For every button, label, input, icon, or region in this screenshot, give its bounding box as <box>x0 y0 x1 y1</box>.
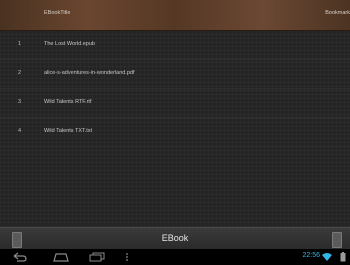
status-clock: 22:56 <box>302 252 320 259</box>
list-item[interactable]: 4 Wild Talents TXT.txt <box>0 118 350 147</box>
list-item[interactable]: 2 alice-s-adventures-in-wonderland.pdf <box>0 60 350 89</box>
ebook-title: alice-s-adventures-in-wonderland.pdf <box>44 70 135 76</box>
right-handle-icon[interactable] <box>332 232 342 248</box>
column-header-title[interactable]: EBookTitle <box>44 10 70 16</box>
ebook-title: The Lost World.epub <box>44 41 95 47</box>
row-number: 1 <box>18 41 22 47</box>
battery-icon <box>340 252 346 262</box>
home-icon[interactable] <box>52 252 70 262</box>
table-header: EBookTitle Bookmark <box>0 0 350 31</box>
back-icon[interactable] <box>12 252 28 262</box>
wifi-icon <box>322 253 332 261</box>
list-item[interactable]: 3 Wild Talents RTF.rtf <box>0 89 350 118</box>
row-number: 4 <box>18 128 22 134</box>
row-number: 3 <box>18 99 22 105</box>
menu-icon[interactable] <box>124 252 130 262</box>
recent-apps-icon[interactable] <box>88 252 106 262</box>
ebook-title: Wild Talents RTF.rtf <box>44 99 92 105</box>
system-navigation-bar: 22:56 <box>0 249 350 265</box>
bottom-toolbar: EBook <box>0 227 350 250</box>
ebook-title: Wild Talents TXT.txt <box>44 128 93 134</box>
list-item[interactable]: 1 The Lost World.epub <box>0 31 350 60</box>
screen-title: EBook <box>161 233 189 243</box>
row-number: 2 <box>18 70 22 76</box>
column-header-bookmark[interactable]: Bookmark <box>325 10 350 16</box>
ebook-list: 1 The Lost World.epub 2 alice-s-adventur… <box>0 31 350 227</box>
